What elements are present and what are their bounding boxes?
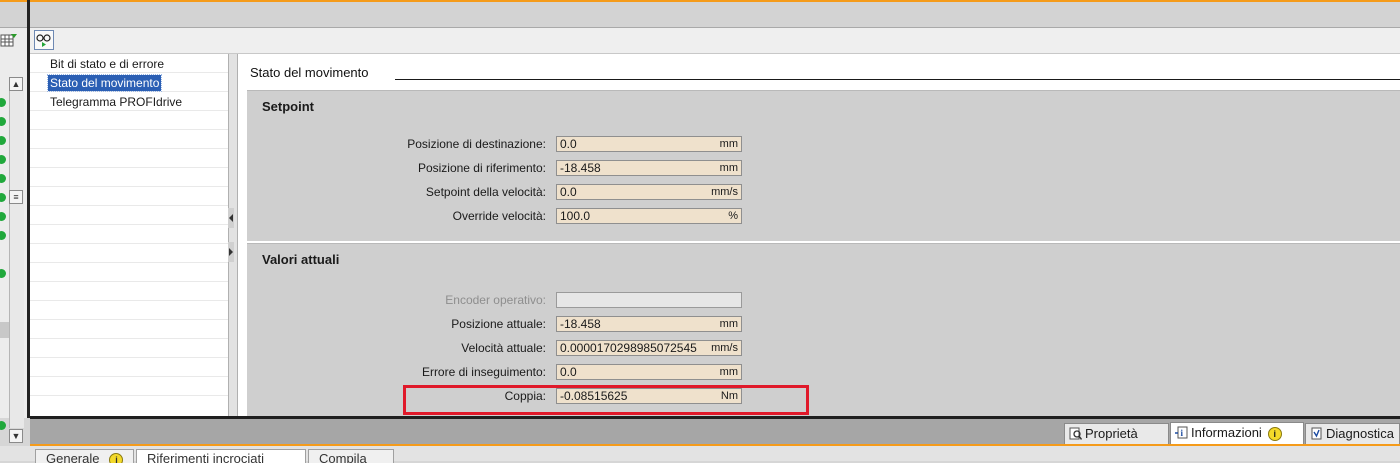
- following-error-unit: mm: [719, 366, 738, 378]
- operating-encoder-field: [556, 292, 742, 308]
- nav-separator: [30, 338, 228, 339]
- nav-separator: [30, 300, 228, 301]
- nav-separator: [30, 262, 228, 263]
- left-strip-selected-row: [0, 322, 9, 338]
- tab-diagnostics[interactable]: Diagnostica: [1305, 423, 1400, 445]
- velocity-setpoint-label: Setpoint della velocità:: [425, 185, 546, 199]
- info-icon: i: [1175, 426, 1188, 439]
- nav-panel-splitter[interactable]: [228, 54, 238, 418]
- nav-separator: [30, 224, 228, 225]
- collapse-left-icon[interactable]: [228, 208, 234, 228]
- actual-velocity-unit: mm/s: [711, 342, 738, 354]
- glasses-icon: [36, 34, 51, 47]
- nav-separator: [30, 281, 228, 282]
- section-title-rule: [395, 79, 1400, 80]
- target-position-label: Posizione di destinazione:: [407, 137, 546, 151]
- section-title: Stato del movimento: [250, 65, 369, 80]
- nav-separator: [30, 129, 228, 130]
- actual-values-group-title: Valori attuali: [262, 252, 340, 267]
- nav-separator: [30, 357, 228, 358]
- scroll-thumb-grip-icon[interactable]: ≡: [9, 190, 23, 204]
- status-ok-icon: [0, 174, 6, 183]
- diagnostics-icon: [1311, 427, 1322, 440]
- nav-separator: [30, 110, 228, 111]
- expand-right-icon[interactable]: [228, 242, 234, 262]
- actual-position-label: Posizione attuale:: [451, 317, 546, 331]
- following-error-label: Errore di inseguimento:: [421, 365, 546, 379]
- nav-separator: [30, 91, 228, 92]
- setpoint-group-title: Setpoint: [262, 99, 314, 114]
- reference-position-unit: mm: [719, 162, 738, 174]
- nav-separator: [30, 243, 228, 244]
- tab-general-label: Generale: [46, 451, 100, 463]
- nav-item-status-bits[interactable]: Bit di stato e di errore: [48, 56, 166, 72]
- monitor-glasses-button[interactable]: [34, 30, 54, 50]
- nav-item-motion-status[interactable]: Stato del movimento: [46, 74, 163, 92]
- nav-item-profidrive-telegram[interactable]: Telegramma PROFIdrive: [48, 94, 184, 110]
- following-error-value: 0.0: [560, 365, 577, 379]
- nav-separator: [30, 395, 228, 396]
- scroll-up-icon[interactable]: ▲: [9, 77, 23, 91]
- velocity-override-unit: %: [728, 210, 738, 222]
- left-scrollbar[interactable]: [9, 90, 24, 428]
- target-position-value: 0.0: [560, 137, 577, 151]
- operating-encoder-label: Encoder operativo:: [445, 293, 546, 307]
- tab-compile-label: Compila: [319, 451, 367, 463]
- tab-properties-label: Proprietà: [1085, 426, 1138, 441]
- reference-position-label: Posizione di riferimento:: [417, 161, 546, 175]
- nav-separator: [30, 319, 228, 320]
- tab-info-label: Informazioni: [1191, 425, 1262, 440]
- tab-properties[interactable]: Proprietà: [1064, 423, 1169, 445]
- status-ok-icon: [0, 117, 6, 126]
- nav-separator: [30, 186, 228, 187]
- velocity-setpoint-unit: mm/s: [711, 186, 738, 198]
- status-ok-icon: [0, 136, 6, 145]
- nav-separator: [30, 148, 228, 149]
- properties-icon: [1069, 427, 1082, 440]
- nav-separator: [30, 376, 228, 377]
- nav-separator: [30, 167, 228, 168]
- status-ok-icon: [0, 231, 6, 240]
- tab-info[interactable]: i Informazioni i: [1170, 422, 1304, 445]
- actual-position-unit: mm: [719, 318, 738, 330]
- status-ok-icon: [0, 421, 6, 430]
- target-position-unit: mm: [719, 138, 738, 150]
- editor-header: [0, 2, 1400, 28]
- editor-toolbar: [30, 28, 1400, 54]
- scroll-down-icon[interactable]: ▼: [9, 429, 23, 443]
- nav-separator: [30, 72, 228, 73]
- table-export-icon[interactable]: [0, 32, 18, 48]
- navigation-tree: Bit di stato e di errore Stato del movim…: [30, 54, 228, 418]
- velocity-override-value: 100.0: [560, 209, 591, 223]
- tab-diagnostics-label: Diagnostica: [1326, 426, 1394, 441]
- status-ok-icon: [0, 212, 6, 221]
- torque-highlight-box: [403, 385, 809, 415]
- nav-separator: [30, 205, 228, 206]
- general-info-badge-icon: i: [109, 453, 124, 463]
- status-ok-icon: [0, 155, 6, 164]
- actual-velocity-value: 0.0000170298985072545: [560, 341, 697, 355]
- velocity-override-label: Override velocità:: [452, 209, 546, 223]
- status-ok-icon: [0, 193, 6, 202]
- status-ok-icon: [0, 98, 6, 107]
- actual-velocity-label: Velocità attuale:: [461, 341, 546, 355]
- status-ok-icon: [0, 269, 6, 278]
- tab-cross-references-label: Riferimenti incrociati: [147, 451, 265, 463]
- info-badge-icon: i: [1267, 427, 1282, 441]
- actual-position-value: -18.458: [560, 317, 601, 331]
- velocity-setpoint-value: 0.0: [560, 185, 577, 199]
- reference-position-value: -18.458: [560, 161, 601, 175]
